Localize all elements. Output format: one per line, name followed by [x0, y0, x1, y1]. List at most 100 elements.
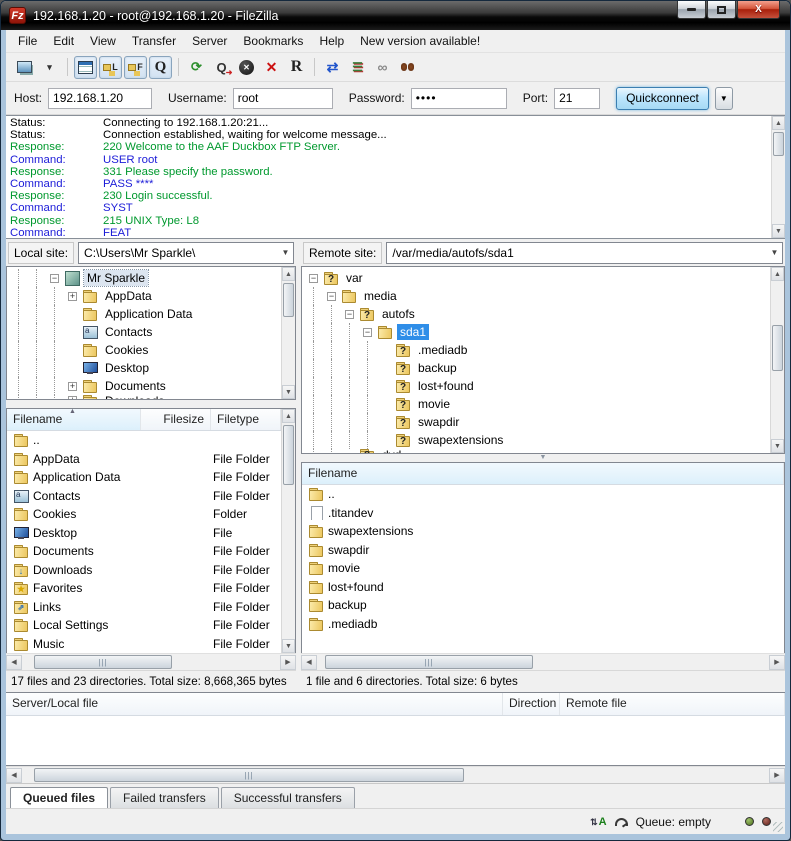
remote-tree-item-var[interactable]: −?var — [304, 269, 784, 287]
remote-file-row[interactable]: swapextensions — [302, 522, 784, 541]
local-tree-item-application-data[interactable]: Application Data — [9, 305, 295, 323]
scroll-down-icon[interactable]: ▼ — [282, 385, 295, 399]
scroll-down-icon[interactable]: ▼ — [771, 439, 784, 453]
tree-expander-minus-icon[interactable]: − — [327, 292, 336, 301]
scroll-up-icon[interactable]: ▲ — [282, 409, 295, 423]
tree-expander-minus-icon[interactable]: − — [50, 274, 59, 283]
close-button[interactable]: X — [737, 1, 780, 19]
local-file-row[interactable]: Application DataFile Folder — [7, 468, 295, 487]
password-input[interactable] — [411, 88, 507, 109]
local-site-combobox[interactable]: C:\Users\Mr Sparkle\ ▼ — [78, 242, 294, 264]
remote-file-row[interactable]: backup — [302, 596, 784, 615]
scroll-right-icon[interactable]: ▶ — [280, 655, 296, 670]
remote-tree-item-swapdir[interactable]: ?swapdir — [304, 413, 784, 431]
scroll-up-icon[interactable]: ▲ — [282, 267, 295, 281]
local-file-row[interactable]: CookiesFolder — [7, 505, 295, 524]
tree-expander-minus-icon[interactable]: − — [345, 310, 354, 319]
local-file-row[interactable]: Local SettingsFile Folder — [7, 616, 295, 635]
tree-expander-minus-icon[interactable]: − — [309, 274, 318, 283]
menu-item-view[interactable]: View — [82, 32, 124, 50]
local-tree-scrollbar[interactable]: ▲ ▼ — [281, 267, 295, 399]
menu-item-help[interactable]: Help — [311, 32, 352, 50]
title-bar[interactable]: Fz 192.168.1.20 - root@192.168.1.20 - Fi… — [1, 1, 790, 30]
scroll-up-icon[interactable]: ▲ — [772, 116, 785, 130]
scrollbar-thumb[interactable] — [772, 325, 783, 371]
scrollbar-thumb[interactable]: ||| — [34, 655, 172, 669]
column-header-server-local-file[interactable]: Server/Local file — [6, 693, 503, 715]
tab-successful-transfers[interactable]: Successful transfers — [221, 787, 355, 808]
filter-button[interactable]: ☰ — [346, 56, 369, 79]
scrollbar-thumb[interactable] — [283, 425, 294, 485]
host-input[interactable] — [48, 88, 152, 109]
maximize-button[interactable] — [707, 1, 736, 19]
new-version-notice[interactable]: New version available! — [352, 32, 488, 50]
remote-tree-item-mediadb[interactable]: ?.mediadb — [304, 341, 784, 359]
local-file-row[interactable]: ↓DownloadsFile Folder — [7, 561, 295, 580]
quickconnect-button[interactable]: Quickconnect — [616, 87, 709, 110]
remote-tree-item-sda1[interactable]: −sda1 — [304, 323, 784, 341]
toggle-queue-button[interactable]: Q — [149, 56, 172, 79]
remote-file-row[interactable]: lost+found — [302, 578, 784, 597]
remote-tree-item-media[interactable]: −media — [304, 287, 784, 305]
menu-item-bookmarks[interactable]: Bookmarks — [235, 32, 311, 50]
directory-comparison-button[interactable]: ⇄ — [321, 56, 344, 79]
local-tree-item-appdata[interactable]: +AppData — [9, 287, 295, 305]
scroll-left-icon[interactable]: ◀ — [6, 768, 22, 783]
local-list-scrollbar[interactable]: ▲ ▼ — [281, 409, 295, 653]
local-tree-item-documents[interactable]: +Documents — [9, 377, 295, 395]
remote-tree-item-swapextensions[interactable]: ?swapextensions — [304, 431, 784, 449]
local-file-row[interactable]: MusicFile Folder — [7, 635, 295, 654]
local-tree-item-desktop[interactable]: Desktop — [9, 359, 295, 377]
username-input[interactable] — [233, 88, 333, 109]
synchronized-browsing-button[interactable]: ∞ — [371, 56, 394, 79]
toggle-message-log-button[interactable] — [74, 56, 97, 79]
refresh-button[interactable]: ⟳ — [185, 56, 208, 79]
quickconnect-dropdown-button[interactable]: ▼ — [715, 87, 733, 110]
column-header-filename[interactable]: Filename▲ — [7, 409, 141, 430]
chevron-down-icon[interactable]: ▼ — [278, 243, 293, 263]
remote-hscrollbar[interactable]: ◀ ||| ▶ — [301, 653, 785, 670]
local-tree-item-cookies[interactable]: Cookies — [9, 341, 295, 359]
toggle-remote-tree-button[interactable]: F — [124, 56, 147, 79]
local-splitter[interactable] — [6, 400, 296, 408]
queue-hscrollbar[interactable]: ◀ ||| ▶ — [6, 766, 785, 783]
column-header-filetype[interactable]: Filetype — [211, 409, 281, 430]
site-manager-dropdown-button[interactable]: ▾ — [38, 56, 61, 79]
minimize-button[interactable] — [677, 1, 706, 19]
remote-file-row[interactable]: swapdir — [302, 541, 784, 560]
scrollbar-thumb[interactable] — [283, 283, 294, 317]
tab-failed-transfers[interactable]: Failed transfers — [110, 787, 219, 808]
process-queue-button[interactable]: Q — [210, 56, 233, 79]
tree-expander-plus-icon[interactable]: + — [68, 382, 77, 391]
reconnect-button[interactable]: R — [285, 56, 308, 79]
column-header-filesize[interactable]: Filesize — [141, 409, 211, 430]
remote-tree-item-lost-found[interactable]: ?lost+found — [304, 377, 784, 395]
remote-file-row[interactable]: .titandev — [302, 504, 784, 523]
scroll-right-icon[interactable]: ▶ — [769, 655, 785, 670]
remote-file-row[interactable]: .mediadb — [302, 615, 784, 634]
scrollbar-thumb[interactable] — [773, 132, 784, 156]
column-header-remote-file[interactable]: Remote file — [560, 693, 785, 715]
cancel-button[interactable]: ✕ — [235, 56, 258, 79]
column-header-filename[interactable]: Filename — [302, 463, 784, 484]
tree-expander-plus-icon[interactable]: + — [68, 292, 77, 301]
scroll-up-icon[interactable]: ▲ — [771, 267, 784, 281]
local-file-row[interactable]: .. — [7, 431, 295, 450]
menu-item-transfer[interactable]: Transfer — [124, 32, 184, 50]
local-file-row[interactable]: ⇗LinksFile Folder — [7, 598, 295, 617]
port-input[interactable] — [554, 88, 600, 109]
transfer-type-icon[interactable]: A — [590, 816, 607, 828]
tree-expander-minus-icon[interactable]: − — [363, 328, 372, 337]
remote-file-row[interactable]: movie — [302, 559, 784, 578]
resize-grip[interactable] — [773, 822, 783, 832]
scroll-right-icon[interactable]: ▶ — [769, 768, 785, 783]
search-button[interactable] — [396, 56, 419, 79]
remote-tree-item-backup[interactable]: ?backup — [304, 359, 784, 377]
scroll-left-icon[interactable]: ◀ — [6, 655, 22, 670]
remote-tree-item-movie[interactable]: ?movie — [304, 395, 784, 413]
scrollbar-thumb[interactable]: ||| — [325, 655, 533, 669]
menu-item-edit[interactable]: Edit — [45, 32, 82, 50]
column-header-direction[interactable]: Direction — [503, 693, 560, 715]
local-file-row[interactable]: DesktopFile — [7, 524, 295, 543]
remote-file-row[interactable]: .. — [302, 485, 784, 504]
